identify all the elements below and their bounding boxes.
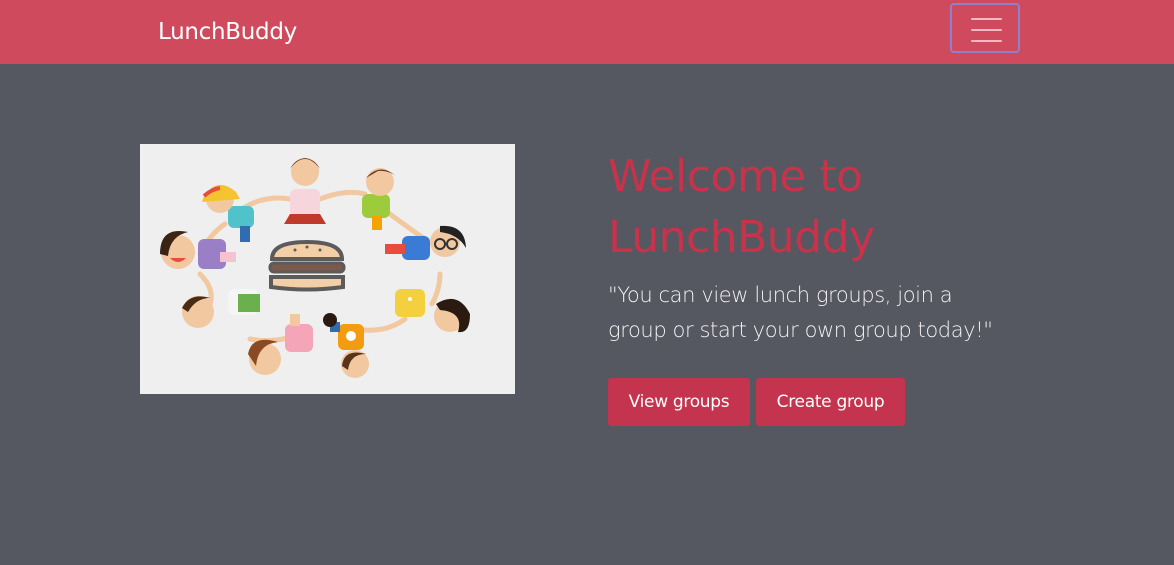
- brand-link[interactable]: LunchBuddy: [158, 16, 297, 48]
- hamburger-bar: [971, 40, 1002, 42]
- hero-lead-text: "You can view lunch groups, join a group…: [608, 278, 1038, 348]
- hero-illustration: [140, 144, 515, 394]
- hamburger-bar: [971, 29, 1002, 31]
- hamburger-menu-icon: [971, 18, 1002, 20]
- create-group-button[interactable]: Create group: [756, 378, 905, 426]
- lead-line-2: group or start your own group today!": [608, 318, 993, 342]
- navbar-toggler-button[interactable]: [950, 3, 1020, 53]
- title-line-2: LunchBuddy: [608, 212, 875, 263]
- burger-icon: [268, 239, 346, 292]
- page-title: Welcome to LunchBuddy: [608, 146, 875, 268]
- lead-line-1: "You can view lunch groups, join a: [608, 283, 953, 307]
- kids-circle-burger-illustration: [140, 144, 515, 394]
- view-groups-button[interactable]: View groups: [608, 378, 750, 426]
- navbar: LunchBuddy: [0, 0, 1174, 64]
- title-line-1: Welcome to: [608, 151, 863, 202]
